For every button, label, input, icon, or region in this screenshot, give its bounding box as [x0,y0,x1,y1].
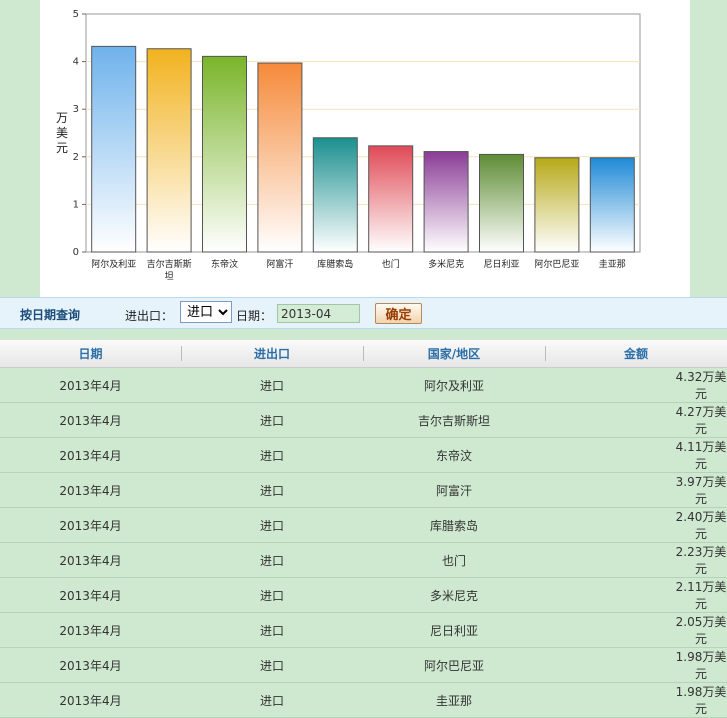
y-axis-label-char: 万 [56,111,68,125]
direction-select[interactable]: 进口 [180,301,232,323]
bar [312,137,358,253]
y-tick-label: 5 [73,9,79,20]
cell-date: 2013年4月 [0,612,181,648]
cell-date: 2013年4月 [0,402,181,438]
y-axis-label-char: 元 [56,141,68,155]
bar [257,62,303,253]
cell-direction: 进口 [181,577,363,613]
table-row: 2013年4月 进口 圭亚那 1.98万美元 [0,682,727,718]
cell-direction: 进口 [181,647,363,683]
x-tick-label: 阿尔巴尼亚 [534,258,579,270]
x-tick-label: 东帝汶 [211,258,238,270]
cell-country: 吉尔吉斯斯坦 [363,402,545,438]
cell-country: 东帝汶 [363,437,545,473]
cell-amount: 4.27万美元 [545,402,727,438]
bar [479,153,524,253]
cell-direction: 进口 [181,612,363,648]
cell-amount: 4.11万美元 [545,437,727,473]
cell-direction: 进口 [181,437,363,473]
cell-date: 2013年4月 [0,542,181,578]
chart-panel: 0 1 2 3 4 5 万美元阿尔及利亚 吉尔吉斯斯坦 东帝汶 阿富汗 库腊索岛 也门 多米尼克 尼日利亚… [40,0,690,297]
bar-chart: 0 1 2 3 4 5 万美元阿尔及利亚 吉尔吉斯斯坦 东帝汶 阿富汗 库腊索岛 也门 多米尼克 尼日利亚… [56,9,641,282]
query-bar: 按日期查询 进出口： 进口 日期： 确定 [0,297,727,329]
cell-amount: 1.98万美元 [545,647,727,683]
bar [146,48,192,253]
x-tick-label: 吉尔吉斯斯坦 [147,258,192,282]
y-axis-label-char: 美 [56,126,68,140]
table-row: 2013年4月 进口 阿尔巴尼亚 1.98万美元 [0,647,727,683]
header-direction[interactable]: 进出口 [181,340,363,368]
table-row: 2013年4月 进口 多米尼克 2.11万美元 [0,577,727,613]
bar [589,157,635,253]
table-header-row: 日期 进出口 国家/地区 金额 [0,340,727,368]
y-tick-label: 2 [73,152,79,163]
cell-direction: 进口 [181,542,363,578]
cell-amount: 3.97万美元 [545,472,727,508]
cell-direction: 进口 [181,472,363,508]
table-row: 2013年4月 进口 东帝汶 4.11万美元 [0,437,727,473]
cell-amount: 2.11万美元 [545,577,727,613]
x-tick-label: 库腊索岛 [317,258,353,270]
cell-date: 2013年4月 [0,682,181,718]
cell-date: 2013年4月 [0,577,181,613]
date-label: 日期： [236,309,273,323]
table-row: 2013年4月 进口 也门 2.23万美元 [0,542,727,578]
bar [91,45,137,253]
bar [534,157,580,253]
cell-country: 阿尔巴尼亚 [363,647,545,683]
x-tick-label: 尼日利亚 [483,258,519,270]
header-date[interactable]: 日期 [0,340,181,368]
cell-direction: 进口 [181,682,363,718]
table-row: 2013年4月 进口 库腊索岛 2.40万美元 [0,507,727,543]
cell-direction: 进口 [181,367,363,403]
x-tick-label: 多米尼克 [428,258,464,270]
header-country[interactable]: 国家/地区 [363,340,545,368]
y-tick-label: 4 [73,57,79,68]
x-tick-label: 阿富汗 [266,258,293,270]
cell-direction: 进口 [181,507,363,543]
date-input[interactable] [277,304,360,323]
bar [202,55,247,253]
cell-country: 库腊索岛 [363,507,545,543]
bar [368,145,414,253]
cell-amount: 2.23万美元 [545,542,727,578]
query-title: 按日期查询 [20,308,81,322]
x-tick-label: 圭亚那 [599,258,626,270]
cell-country: 阿尔及利亚 [363,367,545,403]
cell-amount: 2.05万美元 [545,612,727,648]
cell-country: 阿富汗 [363,472,545,508]
direction-label: 进出口： [125,309,174,323]
confirm-button[interactable]: 确定 [375,303,422,324]
cell-date: 2013年4月 [0,507,181,543]
results-table: 日期 进出口 国家/地区 金额 2013年4月 进口 阿尔及利亚 4.32万美元 201… [0,340,727,718]
cell-country: 也门 [363,542,545,578]
cell-amount: 4.32万美元 [545,367,727,403]
cell-country: 尼日利亚 [363,612,545,648]
y-tick-label: 1 [73,199,79,210]
table-row: 2013年4月 进口 阿富汗 3.97万美元 [0,472,727,508]
cell-date: 2013年4月 [0,367,181,403]
table-row: 2013年4月 进口 阿尔及利亚 4.32万美元 [0,367,727,403]
x-tick-label: 也门 [382,258,400,270]
header-amount[interactable]: 金额 [545,340,727,368]
cell-direction: 进口 [181,402,363,438]
cell-date: 2013年4月 [0,472,181,508]
cell-amount: 2.40万美元 [545,507,727,543]
y-tick-label: 3 [73,104,79,115]
cell-amount: 1.98万美元 [545,682,727,718]
cell-country: 圭亚那 [363,682,545,718]
cell-date: 2013年4月 [0,647,181,683]
bar [423,151,469,253]
cell-date: 2013年4月 [0,437,181,473]
x-tick-label: 阿尔及利亚 [91,258,136,270]
y-tick-label: 0 [73,247,79,258]
cell-country: 多米尼克 [363,577,545,613]
table-row: 2013年4月 进口 尼日利亚 2.05万美元 [0,612,727,648]
table-row: 2013年4月 进口 吉尔吉斯斯坦 4.27万美元 [0,402,727,438]
